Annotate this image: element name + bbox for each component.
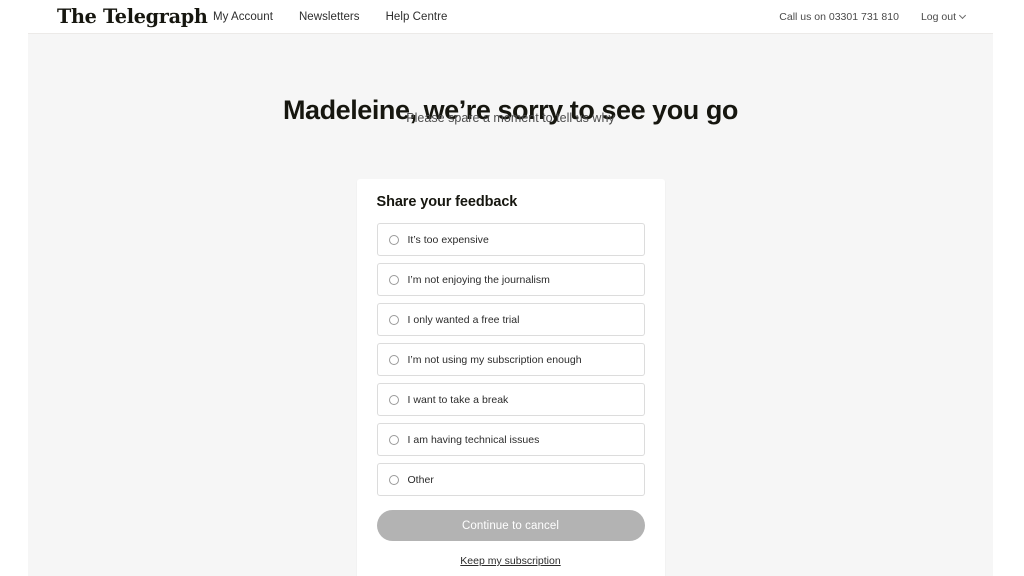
chevron-down-icon (960, 13, 967, 20)
feedback-option-free-trial[interactable]: I only wanted a free trial (376, 303, 645, 336)
nav-item-my-account[interactable]: My Account (213, 11, 273, 23)
telegraph-logo[interactable]: The Telegraph (57, 3, 208, 29)
header-utility-area: Call us on 03301 731 810 Log out (779, 0, 967, 33)
option-label: I’m not using my subscription enough (407, 353, 582, 366)
option-label: It’s too expensive (407, 233, 489, 246)
site-header: The Telegraph My Account Newsletters Hel… (28, 0, 993, 34)
radio-icon[interactable] (388, 474, 399, 485)
feedback-option-technical-issues[interactable]: I am having technical issues (376, 423, 645, 456)
radio-icon[interactable] (388, 354, 399, 365)
feedback-option-not-enjoying-journalism[interactable]: I’m not enjoying the journalism (376, 263, 645, 296)
radio-icon[interactable] (388, 234, 399, 245)
feedback-option-too-expensive[interactable]: It’s too expensive (376, 223, 645, 256)
logout-label: Log out (920, 10, 956, 23)
radio-icon[interactable] (388, 394, 399, 405)
option-label: I only wanted a free trial (407, 313, 520, 326)
radio-icon[interactable] (388, 274, 399, 285)
radio-icon[interactable] (388, 314, 399, 325)
feedback-card: Share your feedback It’s too expensive I… (356, 179, 665, 576)
option-label: I’m not enjoying the journalism (407, 273, 550, 286)
feedback-option-take-a-break[interactable]: I want to take a break (376, 383, 645, 416)
option-label: I want to take a break (407, 393, 509, 406)
page-body: Madeleine, we’re sorry to see you go Ple… (28, 34, 993, 576)
option-label: I am having technical issues (407, 433, 540, 446)
nav-item-help-centre[interactable]: Help Centre (386, 11, 448, 23)
feedback-option-other[interactable]: Other (376, 463, 645, 496)
feedback-option-not-using-enough[interactable]: I’m not using my subscription enough (376, 343, 645, 376)
radio-icon[interactable] (388, 434, 399, 445)
continue-to-cancel-button[interactable]: Continue to cancel (376, 510, 645, 541)
primary-navigation: My Account Newsletters Help Centre (213, 0, 448, 33)
nav-item-newsletters[interactable]: Newsletters (299, 11, 360, 23)
option-label: Other (407, 473, 434, 486)
card-title: Share your feedback (376, 194, 518, 210)
keep-my-subscription-link[interactable]: Keep my subscription (377, 555, 645, 567)
logout-menu[interactable]: Log out (921, 11, 967, 23)
call-us-text: Call us on 03301 731 810 (779, 10, 899, 23)
browser-viewport: The Telegraph My Account Newsletters Hel… (28, 0, 993, 576)
page-subtitle: Please spare a moment to tell us why (406, 111, 615, 125)
